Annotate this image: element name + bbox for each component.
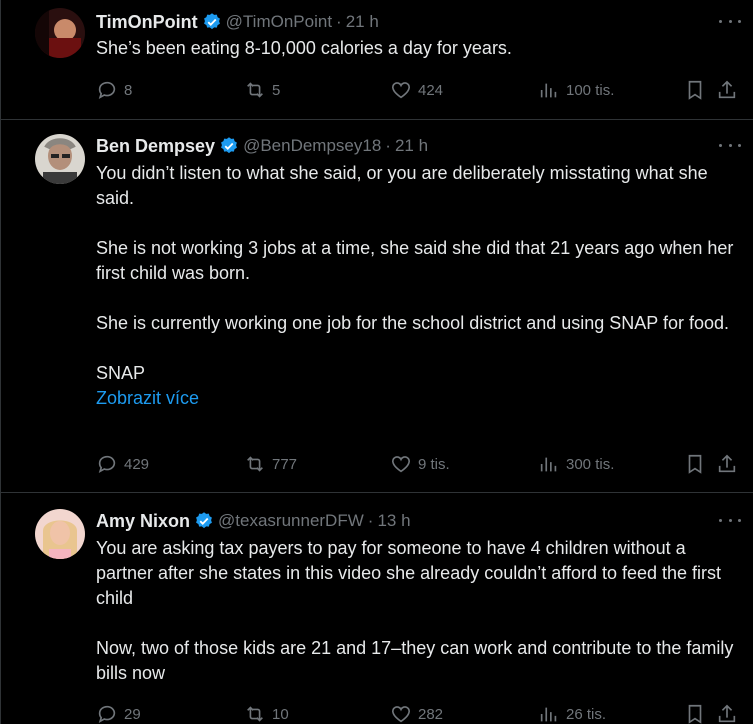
tweet-paragraph: She is not working 3 jobs at a time, she… <box>96 238 734 283</box>
avatar[interactable] <box>35 509 85 559</box>
show-more-link[interactable]: Zobrazit více <box>96 386 746 411</box>
like-button[interactable]: 9 tis. <box>390 453 450 475</box>
author-handle[interactable]: @TimOnPoint <box>226 12 332 32</box>
share-button[interactable] <box>716 79 738 101</box>
bookmark-icon <box>688 80 702 100</box>
tweet-text: She’s been eating 8-10,000 calories a da… <box>96 36 746 61</box>
views-icon <box>540 457 557 472</box>
repost-count: 777 <box>272 455 298 473</box>
bookmark-icon <box>688 454 702 474</box>
tweet[interactable]: Ben Dempsey @BenDempsey18 · 21 h You did… <box>1 120 753 493</box>
more-icon[interactable] <box>719 20 741 26</box>
bookmark-button[interactable] <box>684 703 706 724</box>
verified-badge-icon <box>196 512 212 529</box>
views-icon <box>540 83 557 98</box>
tweet-paragraph: She’s been eating 8-10,000 calories a da… <box>96 38 512 58</box>
views-icon <box>540 707 557 722</box>
reply-icon <box>98 705 116 724</box>
tweet-text: You didn’t listen to what she said, or y… <box>96 161 746 411</box>
tweet-header: Ben Dempsey @BenDempsey18 · 21 h <box>96 134 428 158</box>
like-button[interactable]: 424 <box>390 79 443 101</box>
repost-icon <box>247 456 263 472</box>
repost-icon <box>247 706 263 722</box>
share-button[interactable] <box>716 703 738 724</box>
views-button[interactable]: 100 tis. <box>538 79 614 101</box>
share-icon <box>718 704 736 723</box>
like-icon <box>391 82 411 99</box>
reply-count: 8 <box>124 81 133 99</box>
verified-badge-icon <box>221 137 237 154</box>
like-icon <box>391 456 411 473</box>
avatar[interactable] <box>35 134 85 184</box>
repost-count: 5 <box>272 81 281 99</box>
tweet-paragraph: You didn’t listen to what she said, or y… <box>96 163 708 208</box>
tweet-paragraph: Now, two of those kids are 21 and 17–the… <box>96 638 734 683</box>
tweet[interactable]: TimOnPoint @TimOnPoint · 21 h She’s been… <box>1 0 753 120</box>
reply-button[interactable]: 29 <box>96 703 141 724</box>
repost-button[interactable]: 5 <box>244 79 280 101</box>
author-name[interactable]: Ben Dempsey <box>96 136 215 157</box>
timeline: TimOnPoint @TimOnPoint · 21 h She’s been… <box>0 0 753 724</box>
repost-button[interactable]: 777 <box>244 453 297 475</box>
separator-dot: · <box>385 136 391 155</box>
tweet-header: TimOnPoint @TimOnPoint · 21 h <box>96 10 379 34</box>
reply-icon <box>98 81 116 100</box>
repost-icon <box>247 82 263 98</box>
tweet-paragraph: You are asking tax payers to pay for som… <box>96 538 722 608</box>
tweet-paragraph: She is currently working one job for the… <box>96 313 729 333</box>
separator-dot: · <box>336 12 342 31</box>
share-icon <box>718 454 736 473</box>
more-icon[interactable] <box>719 144 741 150</box>
timestamp[interactable]: 21 h <box>395 136 428 156</box>
action-bar: 429 777 9 tis. 300 tis. <box>96 453 746 477</box>
reply-count: 29 <box>124 705 141 723</box>
bookmark-icon <box>688 704 702 724</box>
tweet-paragraph: SNAP <box>96 363 146 383</box>
views-count: 100 tis. <box>566 81 615 99</box>
timestamp[interactable]: 21 h <box>346 12 379 32</box>
like-count: 424 <box>418 81 444 99</box>
author-name[interactable]: Amy Nixon <box>96 511 190 532</box>
repost-count: 10 <box>272 705 289 723</box>
reply-icon <box>98 455 116 474</box>
action-bar: 29 10 282 26 tis. <box>96 703 746 724</box>
like-count: 282 <box>418 705 444 723</box>
like-icon <box>391 706 411 723</box>
timestamp[interactable]: 13 h <box>377 511 410 531</box>
views-count: 26 tis. <box>566 705 607 723</box>
author-name[interactable]: TimOnPoint <box>96 12 198 33</box>
separator-dot: · <box>367 511 374 530</box>
reply-count: 429 <box>124 455 150 473</box>
tweet-text: You are asking tax payers to pay for som… <box>96 536 746 686</box>
views-button[interactable]: 300 tis. <box>538 453 614 475</box>
reply-button[interactable]: 429 <box>96 453 149 475</box>
share-icon <box>718 80 736 99</box>
bookmark-button[interactable] <box>684 79 706 101</box>
views-count: 300 tis. <box>566 455 615 473</box>
reply-button[interactable]: 8 <box>96 79 132 101</box>
tweet[interactable]: Amy Nixon @texasrunnerDFW · 13 h You are… <box>1 493 753 724</box>
tweet-header: Amy Nixon @texasrunnerDFW · 13 h <box>96 509 411 533</box>
verified-badge-icon <box>203 13 220 30</box>
like-count: 9 tis. <box>418 455 450 473</box>
views-button[interactable]: 26 tis. <box>538 703 606 724</box>
like-button[interactable]: 282 <box>390 703 443 724</box>
share-button[interactable] <box>716 453 738 475</box>
action-bar: 8 5 424 100 tis. <box>96 79 746 103</box>
repost-button[interactable]: 10 <box>244 703 289 724</box>
avatar[interactable] <box>35 8 85 58</box>
author-handle[interactable]: @texasrunnerDFW <box>218 511 364 531</box>
bookmark-button[interactable] <box>684 453 706 475</box>
more-icon[interactable] <box>719 519 741 525</box>
author-handle[interactable]: @BenDempsey18 <box>243 136 381 156</box>
